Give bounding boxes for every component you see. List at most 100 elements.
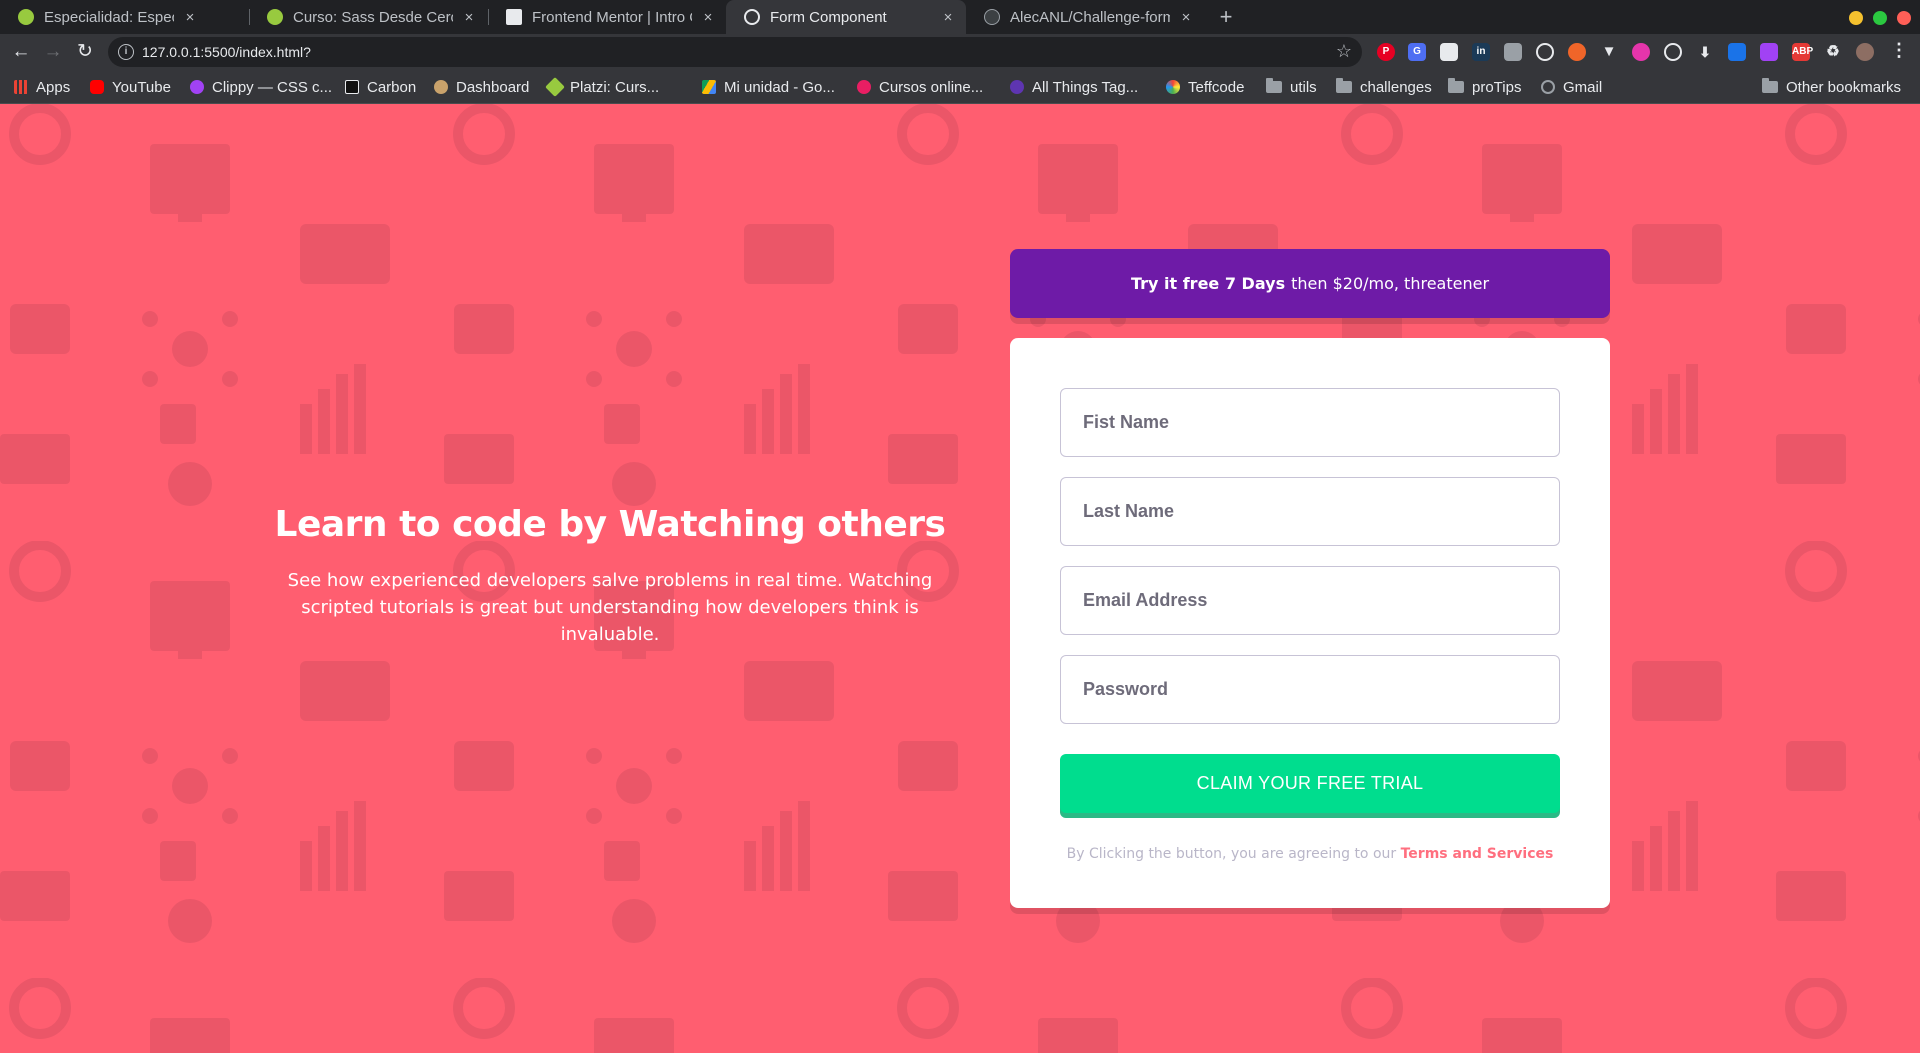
- bookmark-google-drive[interactable]: Mi unidad - Go...: [702, 70, 835, 104]
- target-extension-icon[interactable]: [1664, 43, 1682, 61]
- clippy-icon: [190, 80, 204, 94]
- close-tab-icon[interactable]: ×: [940, 9, 956, 26]
- tab-especialidad[interactable]: Especialidad: Especialidad ×: [0, 0, 208, 34]
- tab-sass-course[interactable]: Curso: Sass Desde Cero | Edteam ×: [249, 0, 487, 34]
- other-bookmarks[interactable]: Other bookmarks: [1762, 70, 1901, 104]
- folder-icon: [1336, 78, 1352, 93]
- close-tab-icon[interactable]: ×: [700, 9, 716, 26]
- bookmark-folder-protips[interactable]: proTips: [1448, 70, 1521, 104]
- reload-icon[interactable]: ↻: [72, 40, 98, 66]
- linkedin-extension-icon[interactable]: in: [1472, 43, 1490, 61]
- first-name-input[interactable]: [1060, 388, 1560, 457]
- bookmark-dashboard[interactable]: Dashboard: [434, 70, 529, 104]
- address-url[interactable]: 127.0.0.1:5500/index.html?: [142, 44, 311, 60]
- bookmark-cursos-online[interactable]: Cursos online...: [857, 70, 983, 104]
- adblock-plus-icon[interactable]: ABP: [1792, 43, 1813, 61]
- tab-title: Especialidad: Especialidad: [44, 8, 174, 26]
- bookmark-clippy[interactable]: Clippy — CSS c...: [190, 70, 332, 104]
- globe-icon: [1541, 80, 1555, 94]
- teffcode-icon: [1166, 80, 1180, 94]
- hero-description: See how experienced developers salve pro…: [287, 570, 933, 645]
- bookmark-label: Gmail: [1563, 78, 1603, 96]
- signup-form-card: CLAIM YOUR FREE TRIAL By Clicking the bu…: [1010, 338, 1610, 908]
- new-tab-button[interactable]: +: [1213, 4, 1239, 30]
- dashboard-icon: [434, 80, 448, 94]
- close-tab-icon[interactable]: ×: [182, 9, 198, 26]
- bookmark-label: proTips: [1472, 78, 1522, 96]
- bookmark-teffcode[interactable]: Teffcode: [1166, 70, 1244, 104]
- last-name-input[interactable]: [1060, 477, 1560, 546]
- claim-free-trial-button[interactable]: CLAIM YOUR FREE TRIAL: [1060, 754, 1560, 813]
- save-extension-icon[interactable]: [1728, 43, 1746, 61]
- google-drive-icon: [702, 80, 716, 94]
- bookmark-star-icon[interactable]: ☆: [1336, 41, 1352, 62]
- bookmark-folder-challenges[interactable]: challenges: [1336, 70, 1432, 104]
- bookmark-carbon[interactable]: Carbon: [345, 70, 416, 104]
- browser-toolbar: ← → ↻ i 127.0.0.1:5500/index.html? ☆ P G…: [0, 34, 1920, 70]
- bookmark-label: Teffcode: [1188, 78, 1245, 96]
- vue-devtools-icon[interactable]: ▼: [1600, 43, 1618, 61]
- bookmark-label: Mi unidad - Go...: [724, 78, 835, 96]
- globe-icon: [744, 9, 760, 25]
- address-bar[interactable]: i 127.0.0.1:5500/index.html? ☆: [108, 37, 1362, 67]
- close-tab-icon[interactable]: ×: [1178, 9, 1194, 26]
- folder-icon: [1266, 78, 1282, 93]
- maximize-window-button[interactable]: [1873, 11, 1887, 25]
- folder-icon: [1448, 78, 1464, 93]
- frontend-mentor-icon: [506, 9, 522, 25]
- html-extension-icon[interactable]: [1568, 43, 1586, 61]
- minimize-window-button[interactable]: [1849, 11, 1863, 25]
- tab-title: Frontend Mentor | Intro Component: [532, 8, 692, 26]
- notes-extension-icon[interactable]: [1440, 43, 1458, 61]
- github-icon: [984, 9, 1000, 25]
- pinterest-extension-icon[interactable]: P: [1377, 43, 1395, 61]
- tab-title: AlecANL/Challenge-form-component: [1010, 8, 1170, 26]
- tab-form-component[interactable]: Form Component ×: [726, 0, 966, 34]
- extensions-puzzle-icon[interactable]: ♻: [1824, 43, 1842, 61]
- terms-notice: By Clicking the button, you are agreeing…: [1010, 846, 1610, 862]
- email-input[interactable]: [1060, 566, 1560, 635]
- close-window-button[interactable]: [1897, 11, 1911, 25]
- bookmark-label: challenges: [1360, 78, 1432, 96]
- platzi-icon: [545, 77, 565, 97]
- password-input[interactable]: [1060, 655, 1560, 724]
- bookmark-label: All Things Tag...: [1032, 78, 1139, 96]
- bookmark-label: Dashboard: [456, 78, 530, 96]
- back-arrow-icon[interactable]: ←: [8, 40, 34, 66]
- profile-avatar[interactable]: [1856, 43, 1874, 61]
- site-info-icon[interactable]: i: [118, 44, 134, 60]
- apps-grid-icon: [14, 80, 28, 94]
- tab-bar: Especialidad: Especialidad × Curso: Sass…: [0, 0, 1920, 34]
- graphql-extension-icon[interactable]: [1632, 43, 1650, 61]
- bookmarks-bar: Apps YouTube Clippy — CSS c... Carbon Da…: [0, 70, 1920, 104]
- folder-icon: [1762, 78, 1778, 93]
- bookmark-apps[interactable]: Apps: [14, 70, 70, 104]
- tab-title: Form Component: [770, 8, 887, 26]
- download-icon[interactable]: ⬇: [1696, 43, 1714, 61]
- bookmark-gmail[interactable]: Gmail: [1541, 70, 1602, 104]
- platzi-icon: [18, 9, 34, 25]
- promo-text: then $20/mo, threatener: [1291, 274, 1490, 293]
- bookmark-folder-utils[interactable]: utils: [1266, 70, 1317, 104]
- tab-title: Curso: Sass Desde Cero | Edteam: [293, 8, 453, 26]
- translate-extension-icon[interactable]: G: [1408, 43, 1426, 61]
- terms-link[interactable]: Terms and Services: [1401, 846, 1554, 862]
- bookmark-label: Platzi: Curs...: [570, 78, 660, 96]
- colorzilla-extension-icon[interactable]: [1760, 43, 1778, 61]
- cursos-icon: [857, 80, 871, 94]
- close-tab-icon[interactable]: ×: [461, 9, 477, 26]
- bookmark-platzi[interactable]: Platzi: Curs...: [545, 70, 660, 104]
- bookmark-all-things-tag[interactable]: All Things Tag...: [1010, 70, 1138, 104]
- forward-arrow-icon[interactable]: →: [40, 40, 66, 66]
- youtube-icon: [90, 80, 104, 94]
- reader-extension-icon[interactable]: [1504, 43, 1522, 61]
- bookmark-label: Cursos online...: [879, 78, 984, 96]
- other-bookmarks-label: Other bookmarks: [1786, 78, 1902, 96]
- browser-menu-icon[interactable]: ⋮: [1890, 40, 1908, 61]
- bookmark-youtube[interactable]: YouTube: [90, 70, 171, 104]
- page-content: Learn to code by Watching others See how…: [0, 104, 1920, 1053]
- react-devtools-icon[interactable]: [1536, 43, 1554, 61]
- tab-frontend-mentor[interactable]: Frontend Mentor | Intro Component ×: [488, 0, 726, 34]
- tab-github-repo[interactable]: AlecANL/Challenge-form-component ×: [966, 0, 1204, 34]
- bookmark-label: Carbon: [367, 78, 417, 96]
